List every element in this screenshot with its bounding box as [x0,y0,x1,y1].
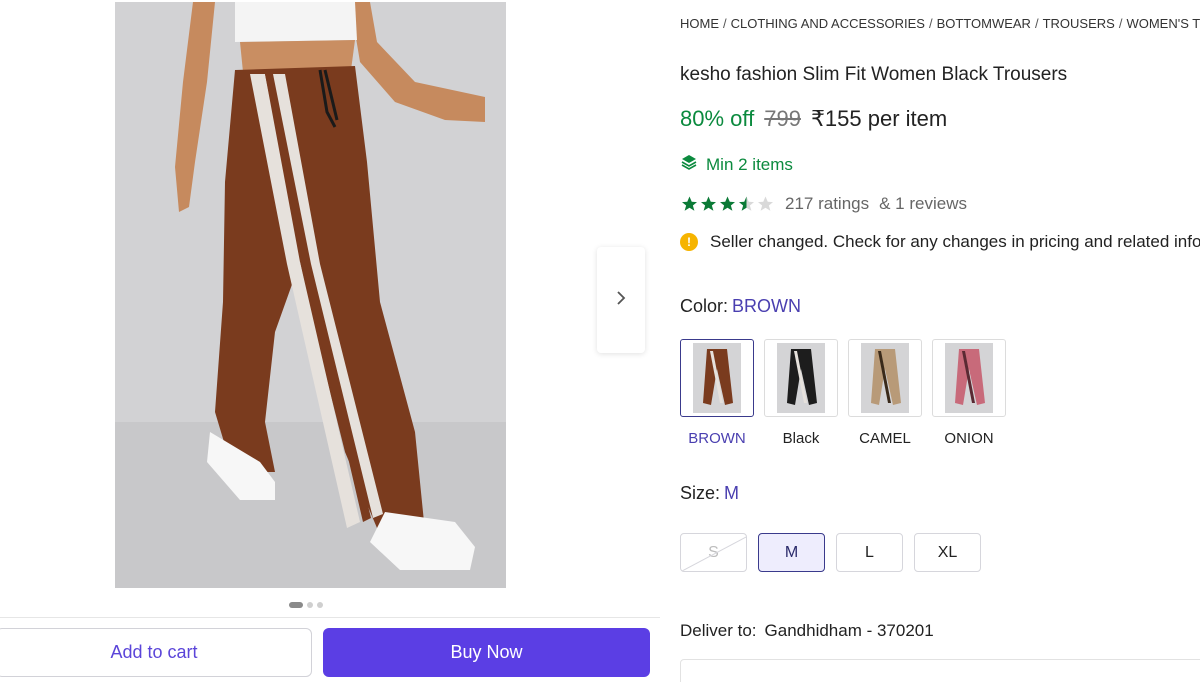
half-star-icon [739,196,754,211]
ratings-count[interactable]: 217 ratings [785,194,869,214]
breadcrumb-trousers[interactable]: TROUSERS [1043,16,1115,31]
chevron-right-icon [615,290,627,311]
swatch-label: ONION [944,430,994,447]
swatch-label: Black [782,430,820,447]
color-swatch-brown[interactable]: BROWN [680,339,754,447]
swatch-image [777,343,825,413]
selected-color: BROWN [732,296,802,316]
current-price: ₹155 per item [810,106,948,131]
gallery-next-button[interactable] [597,247,645,353]
swatch-image [861,343,909,413]
star-icon [720,196,735,211]
product-title: kesho fashion Slim Fit Women Black Trous… [680,64,1068,85]
breadcrumb-clothing[interactable]: CLOTHING AND ACCESSORIES [731,16,925,31]
min-items-text: Min 2 items [706,154,793,174]
notice-text: Seller changed. Check for any changes in… [710,232,1200,251]
discount-text: 80% off [680,106,755,131]
gallery-dot[interactable] [317,602,323,608]
rating-row: 217 ratings & 1 reviews [680,194,967,214]
size-option-xl[interactable]: XL [914,533,981,572]
gallery-dot[interactable] [307,602,313,608]
divider [0,617,660,618]
deliver-label: Deliver to: [680,621,757,640]
star-icon [682,196,697,211]
min-items-badge: Min 2 items [680,153,793,176]
add-to-cart-button[interactable]: Add to cart [0,628,312,677]
star-icon [701,196,716,211]
star-rating [680,195,775,213]
swatch-label: BROWN [688,430,746,447]
selected-size: M [724,483,740,503]
breadcrumb-home[interactable]: HOME [680,16,719,31]
product-main-image[interactable] [115,2,506,588]
size-option-l[interactable]: L [836,533,903,572]
swatch-image [693,343,741,413]
size-option-m[interactable]: M [758,533,825,572]
breadcrumb-womens-trousers[interactable]: WOMEN'S TROUSE [1126,16,1200,31]
color-swatch-black[interactable]: Black [764,339,838,447]
color-swatch-onion[interactable]: ONION [932,339,1006,447]
reviews-count[interactable]: & 1 reviews [879,194,967,214]
buy-now-button[interactable]: Buy Now [323,628,650,677]
delivery-location[interactable]: Gandhidham - 370201 [765,621,934,640]
breadcrumb-bottomwear[interactable]: BOTTOMWEAR [937,16,1031,31]
size-options: S M L XL [680,533,981,572]
color-label: Color: BROWN [680,296,802,316]
info-icon: ! [680,233,698,251]
color-swatch-camel[interactable]: CAMEL [848,339,922,447]
delivery-box [680,659,1200,682]
seller-changed-notice: ! Seller changed. Check for any changes … [680,232,1200,252]
color-swatches: BROWN Black CAMEL ONION [680,339,1006,447]
empty-star-icon [758,196,773,211]
swatch-image [945,343,993,413]
swatch-label: CAMEL [859,430,911,447]
price-row: 80% off 799 ₹155 per item [680,106,947,132]
size-option-s[interactable]: S [680,533,747,572]
deliver-to: Deliver to: Gandhidham - 370201 [680,621,934,641]
size-label: Size: M [680,483,740,503]
breadcrumb: HOME / CLOTHING AND ACCESSORIES / BOTTOMWEAR… [680,16,1200,31]
gallery-pagination [289,602,323,608]
layers-icon [680,153,698,176]
product-details: HOME / CLOTHING AND ACCESSORIES / BOTTOMWEAR… [680,0,1200,682]
gallery-dot[interactable] [289,602,303,608]
product-gallery: Add to cart Buy Now [0,0,660,682]
original-price: 799 [764,106,801,131]
